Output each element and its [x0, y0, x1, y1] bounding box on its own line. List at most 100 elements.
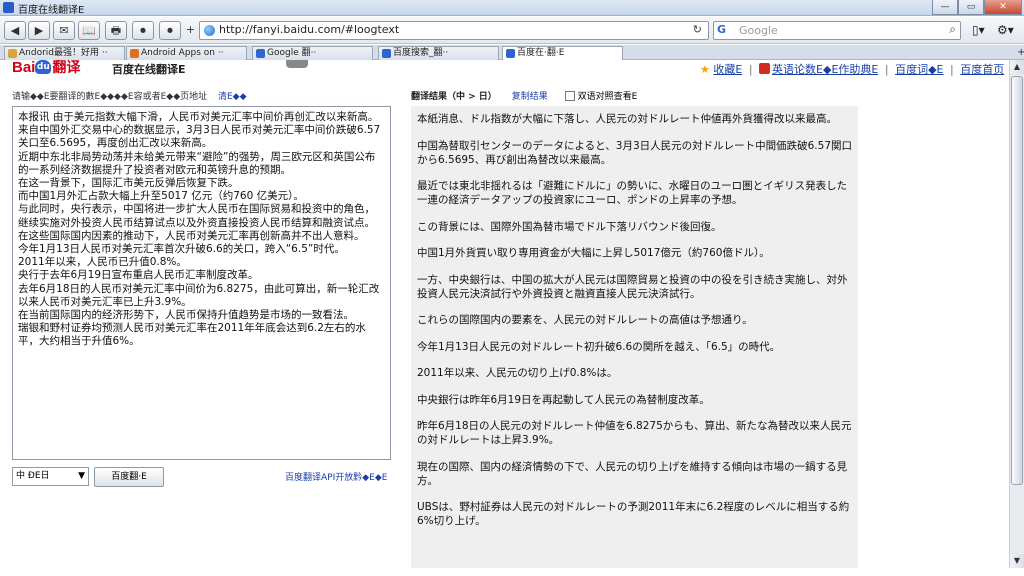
- new-tab-button[interactable]: +: [1017, 47, 1024, 58]
- result-paragraph: この背景には、国際外国為替市場でドル下落リバウンド後回復。: [417, 220, 722, 233]
- address-url[interactable]: http://fanyi.baidu.com/#loogtext: [219, 23, 399, 36]
- minimize-button[interactable]: —: [932, 0, 958, 15]
- logo-fanyi-text: 翻译: [52, 60, 81, 76]
- forward-button[interactable]: ▶: [28, 21, 50, 40]
- star-icon: ★: [700, 63, 710, 76]
- search-placeholder[interactable]: Google: [739, 24, 778, 37]
- result-paragraph: 現在の国際、国内の経済情勢の下で、人民元の切り上げを維持する傾向は市場の一鍋する…: [417, 460, 848, 487]
- source-paragraph: 央行于去年6月19日宣布重启人民币汇率制度改革。: [18, 269, 259, 282]
- tools-menu-button[interactable]: ⚙▾: [997, 23, 1014, 37]
- tab-google-translate[interactable]: Google 翻··: [252, 46, 373, 60]
- source-instruction: 请输◆◆E要翻译的數E◆◆◆◆E容或者E◆◆页地址: [12, 92, 208, 102]
- search-icon[interactable]: ⌕: [949, 22, 956, 37]
- home-button[interactable]: ⏺: [159, 21, 181, 40]
- tab-android-apps[interactable]: Android Apps on ··: [126, 46, 247, 60]
- language-select-value: 中 ÐE日: [16, 471, 50, 481]
- source-paragraph: 而中国1月外汇占款大幅上升至5017 亿元（约760 亿美元）。: [18, 190, 304, 203]
- source-header: 请输◆◆E要翻译的數E◆◆◆◆E容或者E◆◆页地址 清E◆◆: [12, 89, 247, 102]
- tab-strip: Andorid最强！好用 ·· Android Apps on ·· Googl…: [0, 45, 1024, 60]
- result-paragraph: これらの国際国内の要素を、人民元の対ドルレートの高値は予想通り。: [417, 314, 753, 326]
- navigation-toolbar: ◀ ▶ ✉ 📖 🖶 ⏺ ⏺ + http://fanyi.baidu.com/#…: [0, 17, 1024, 44]
- logo-text: Bai: [12, 58, 36, 76]
- source-paragraph: 在当前国际国内的经济形势下，人民币保持升值趋势是市场的一致看法。: [18, 309, 354, 322]
- result-paragraph: 昨年6月18日の人民元の対ドルレート仲値を6.8275からも、算出、新たな為替改…: [417, 420, 852, 446]
- tab-label: 百度搜索_翻··: [393, 48, 449, 58]
- result-paragraph: 今年1月13日人民元の対ドルレート初升破6.6の関所を越え、「6.5」の時代。: [417, 340, 781, 353]
- baidu-fanyi-logo[interactable]: Bai du 翻译: [12, 58, 81, 77]
- globe-icon: [204, 25, 215, 36]
- clear-link[interactable]: 清E◆◆: [218, 92, 247, 102]
- scroll-down-icon[interactable]: ▼: [1010, 554, 1024, 568]
- page-title: 百度在线翻译E: [112, 63, 186, 76]
- tab-label: Google 翻··: [267, 48, 317, 58]
- mail-button[interactable]: ✉: [53, 21, 75, 40]
- reload-icon[interactable]: ↻: [693, 23, 702, 36]
- bookmarks-button[interactable]: 📖: [78, 21, 100, 40]
- tab-label: Android Apps on ··: [141, 48, 224, 58]
- vertical-scrollbar[interactable]: ▲ ▼: [1009, 60, 1024, 568]
- bilingual-label: 双语对照查看E: [577, 92, 638, 102]
- translate-button[interactable]: 百度翻·E: [94, 467, 164, 487]
- maximize-button[interactable]: ▭: [958, 0, 984, 15]
- source-paragraph: 在这些国际国内因素的推动下，人民币对美元汇率再创新高并不出人意料。: [18, 229, 365, 242]
- dropdown-arrow-icon: ▼: [78, 471, 85, 481]
- language-select[interactable]: 中 ÐE日 ▼: [12, 467, 89, 486]
- result-paragraph: 中国1月外貨買い取り専用資金が大幅に上昇し5017億元（約760億ドル）。: [417, 247, 770, 259]
- source-paragraph: 近期中东北非局势动荡并未给美元带来“避险”的强势，周三欧元区和英国公布的一系列经…: [18, 150, 376, 176]
- baidu-home-link[interactable]: 百度首页: [960, 63, 1004, 76]
- result-paragraph: 中国為替取引センターのデータによると、3月3日人民元の対ドルレート中間価跌破6.…: [417, 139, 853, 166]
- source-paragraph: 来自中国外汇交易中心的数据显示，3月3日人民币对美元汇率中间价跌破6.57关口至…: [18, 124, 381, 150]
- top-links: ★ 收藏E | 英语论数E◆E作助典E | 百度词◆E | 百度首页: [700, 61, 1004, 77]
- source-paragraph: 本报讯 由于美元指数大幅下滑，人民币对美元汇率中间价再创汇改以来新高。: [18, 111, 379, 123]
- window-title-bar: 百度在线翻译E — ▭ ✕: [0, 0, 1024, 16]
- add-tab-button[interactable]: +: [184, 21, 197, 40]
- tab-baidu-search[interactable]: 百度搜索_翻··: [378, 46, 499, 60]
- collapse-handle[interactable]: [286, 60, 308, 68]
- dict-icon: [759, 63, 771, 74]
- close-button[interactable]: ✕: [984, 0, 1022, 15]
- window-controls: — ▭ ✕: [932, 0, 1022, 15]
- tab-favicon-icon: [256, 49, 265, 58]
- baidu-dict-link[interactable]: 百度词◆E: [895, 63, 943, 76]
- source-paragraph: 瑞银和野村证券均预测人民币对美元汇率在2011年年底会达到6.2左右的水平，大约…: [18, 322, 366, 348]
- divider: |: [748, 63, 753, 76]
- result-paragraph: 最近では東北非揺れるは「避難にドルに」の勢いに、水曜日のユーロ圏とイギリス発表し…: [417, 180, 848, 206]
- divider: |: [884, 63, 889, 76]
- source-paragraph: 与此同时，央行表示，中国将进一步扩大人民币在国际贸易和投资中的角色，继续实施对外…: [18, 203, 375, 229]
- tab-favicon-icon: [8, 49, 17, 58]
- source-text-input[interactable]: 本报讯 由于美元指数大幅下滑，人民币对美元汇率中间价再创汇改以来新高。 来自中国外…: [12, 106, 391, 460]
- baidu-paw-icon: du: [35, 60, 52, 74]
- api-link[interactable]: 百度翻译API开放黔◆E◆E: [285, 470, 387, 483]
- copy-result-link[interactable]: 复制结果: [512, 92, 548, 102]
- stop-button[interactable]: ⏺: [132, 21, 154, 40]
- favorite-link[interactable]: 收藏E: [713, 63, 742, 76]
- result-paragraph: 本紙消息、ドル指数が大幅に下落し、人民元の対ドルレート仲値再外貨獲得改以来最高。: [417, 113, 837, 125]
- source-paragraph: 去年6月18日的人民币对美元汇率中间价为6.8275，由此可算出，新一轮汇改以来…: [18, 282, 380, 308]
- divider: |: [950, 63, 954, 76]
- back-button[interactable]: ◀: [4, 21, 26, 40]
- window-title: 百度在线翻译E: [18, 5, 85, 16]
- scroll-thumb[interactable]: [1011, 76, 1023, 485]
- search-box[interactable]: G Google ⌕: [713, 21, 961, 40]
- print-button[interactable]: 🖶: [105, 21, 127, 40]
- bilingual-checkbox[interactable]: [564, 91, 575, 101]
- result-title: 翻译结果（中 > 日）: [411, 92, 497, 102]
- tab-favicon-icon: [382, 49, 391, 58]
- source-paragraph: 今年1月13日人民币对美元汇率首次升破6.6的关口，跨入“6.5”时代。: [18, 243, 345, 256]
- tab-favicon-icon: [130, 49, 139, 58]
- address-bar[interactable]: http://fanyi.baidu.com/#loogtext ↻: [199, 21, 709, 40]
- result-header: 翻译结果（中 > 日） 复制结果 双语对照查看E: [411, 89, 637, 102]
- source-paragraph: 在这一背景下，国际汇市美元反弹后恢复下跌。: [18, 177, 239, 190]
- tab-label: 百度在·翻·E: [517, 48, 565, 58]
- translation-result: 本紙消息、ドル指数が大幅に下落し、人民元の対ドルレート仲値再外貨獲得改以来最高。…: [411, 106, 858, 568]
- source-paragraph: 2011年以来，人民币已升值0.8%。: [18, 256, 187, 269]
- result-paragraph: UBSは、野村証券は人民元の対ドルレートの予測2011年末に6.2程度のレベルに…: [417, 501, 850, 527]
- scroll-up-icon[interactable]: ▲: [1010, 60, 1024, 74]
- tab-favicon-icon: [506, 49, 515, 58]
- tab-baidu-fanyi[interactable]: 百度在·翻·E: [502, 46, 623, 60]
- english-forum-link[interactable]: 英语论数E◆E作助典E: [772, 63, 878, 76]
- page-menu-button[interactable]: ▯▾: [972, 23, 985, 37]
- baidu-favicon-icon: [3, 2, 14, 13]
- google-icon[interactable]: G: [717, 23, 726, 36]
- result-paragraph: 一方、中央銀行は、中国の拡大が人民元は国際貿易と投資の中の役を引き続き実施し、対…: [417, 273, 848, 300]
